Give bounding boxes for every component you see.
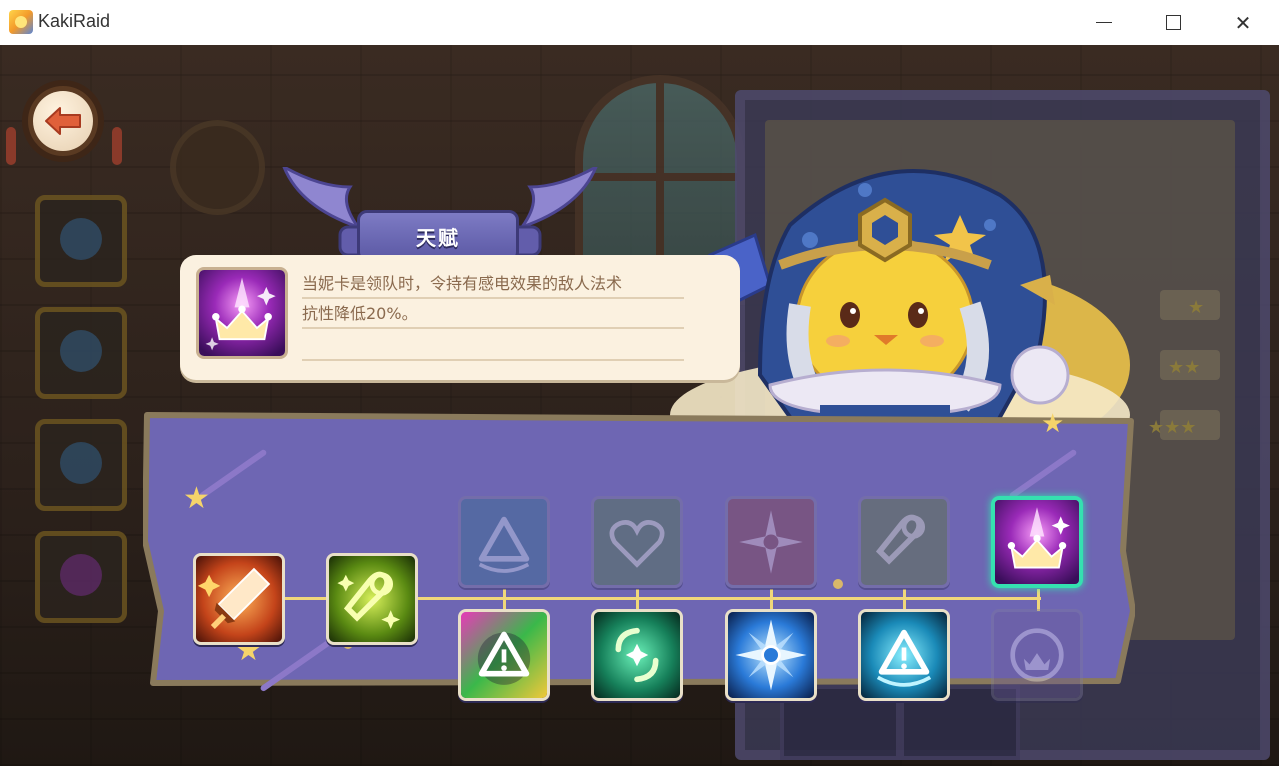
talent-link	[770, 589, 773, 611]
talent-description-line	[302, 331, 684, 361]
maximize-icon	[1165, 15, 1181, 30]
heart-talent-icon	[594, 499, 680, 585]
window-titlebar: KakiRaid ✕	[0, 0, 1279, 45]
back-button-face	[33, 91, 93, 151]
minimize-icon	[1096, 22, 1112, 23]
background-gem	[60, 218, 102, 260]
background-star-icon: ★★	[1168, 357, 1201, 378]
talent-node-warning-blue-bottom[interactable]	[858, 609, 950, 701]
game-viewport: ★ ★★ ★★★ 天赋 当妮卡是领队时，令持有感电效果的敌人法术 抗性降低20%…	[0, 45, 1279, 766]
talent-node-star-top[interactable]	[725, 496, 817, 588]
compass-star-talent-icon	[728, 612, 814, 698]
talent-node-flask[interactable]	[326, 553, 418, 645]
panel-dot	[833, 579, 843, 589]
talent-link	[1037, 589, 1040, 611]
talent-description-line: 当妮卡是领队时，令持有感电效果的敌人法术	[302, 269, 684, 299]
talent-tree-panel: ★ ★ ★	[143, 409, 1135, 701]
background-star-icon: ★★★	[1148, 417, 1197, 438]
background-side-slot	[35, 531, 127, 623]
talent-node-crown-top[interactable]	[991, 496, 1083, 588]
talent-link	[636, 589, 639, 611]
crown-talent-art	[199, 270, 285, 356]
talent-description-line: 抗性降低20%。	[302, 299, 684, 329]
crown-talent-icon	[995, 500, 1079, 584]
crown-ring-talent-icon	[994, 612, 1080, 698]
talent-node-crown-bottom[interactable]	[991, 609, 1083, 701]
talent-link	[503, 589, 506, 611]
background-side-slot	[35, 307, 127, 399]
talent-tooltip: 当妮卡是领队时，令持有感电效果的敌人法术 抗性降低20%。	[180, 255, 740, 380]
flask-talent-icon	[329, 556, 415, 642]
talent-node-heart-top[interactable]	[591, 496, 683, 588]
swirl-talent-icon	[594, 612, 680, 698]
background-star-icon: ★	[1188, 297, 1205, 318]
background-side-slot	[35, 195, 127, 287]
minimize-button[interactable]	[1081, 0, 1127, 45]
maximize-button[interactable]	[1150, 0, 1196, 45]
crown-talent-icon	[196, 267, 288, 359]
background-side-slot	[35, 419, 127, 511]
rope-decoration	[112, 127, 122, 165]
close-icon: ✕	[1234, 10, 1252, 35]
background-gem	[60, 554, 102, 596]
back-button[interactable]	[22, 80, 104, 162]
warning-blue-talent-icon	[861, 612, 947, 698]
window-title: KakiRaid	[38, 11, 111, 31]
flask-talent-icon	[861, 499, 947, 585]
rope-decoration	[6, 127, 16, 165]
back-arrow-icon	[45, 107, 81, 135]
compass-star-talent-icon	[728, 499, 814, 585]
background-gem	[60, 442, 102, 484]
talent-node-warning-top[interactable]	[458, 496, 550, 588]
background-emblem	[170, 120, 265, 215]
close-button[interactable]: ✕	[1220, 0, 1266, 45]
talent-node-star-bottom[interactable]	[725, 609, 817, 701]
sword-talent-icon	[196, 556, 282, 642]
background-gem	[60, 330, 102, 372]
panel-star-icon: ★	[1041, 409, 1065, 439]
talent-node-warning-bottom[interactable]	[458, 609, 550, 701]
talent-node-swirl-bottom[interactable]	[591, 609, 683, 701]
talent-node-sword[interactable]	[193, 553, 285, 645]
talent-link	[903, 589, 906, 611]
panel-star-icon: ★	[183, 481, 210, 516]
talent-node-flask-top[interactable]	[858, 496, 950, 588]
warning-rainbow-talent-icon	[461, 612, 547, 698]
app-icon	[9, 10, 33, 34]
warning-talent-icon	[461, 499, 547, 585]
